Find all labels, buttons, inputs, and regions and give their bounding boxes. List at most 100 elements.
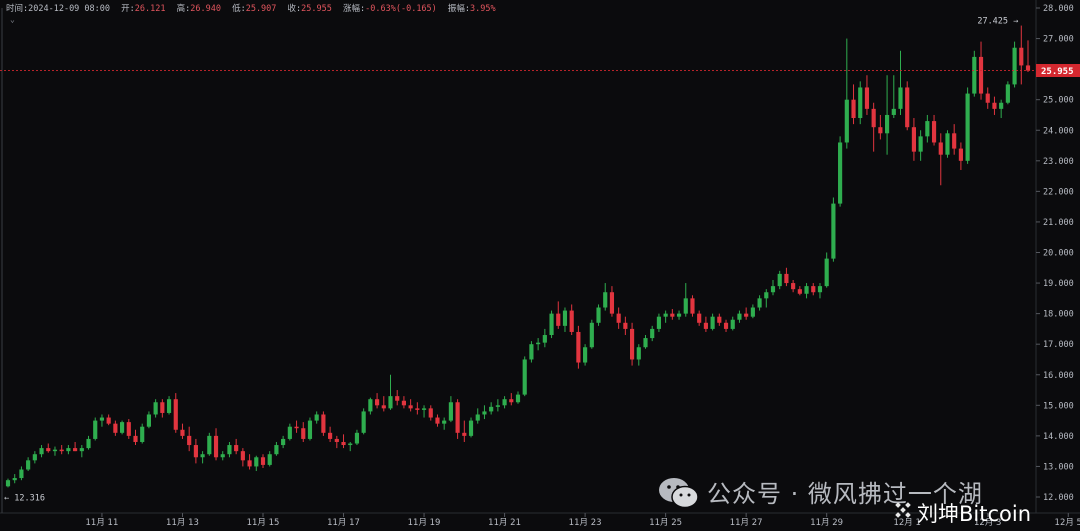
candle: [207, 432, 212, 456]
close-label: 收:: [287, 4, 302, 14]
candle-body: [931, 121, 937, 143]
max-price-label: 27.425 →: [977, 17, 1018, 27]
candle: [905, 81, 910, 131]
low-value: 25.907: [245, 4, 277, 14]
candle-body: [468, 420, 474, 436]
y-tick-label: 27.000: [1043, 35, 1074, 45]
candle-body: [576, 331, 581, 363]
candle: [629, 322, 635, 366]
candle-body: [938, 142, 943, 155]
candle-body: [643, 338, 648, 348]
candle: [307, 417, 313, 441]
candle-body: [690, 298, 695, 314]
candle-body: [596, 307, 601, 323]
candle-body: [730, 319, 735, 329]
candle-body: [140, 426, 145, 442]
candle-body: [381, 405, 386, 409]
x-tick-label: 11月 13: [166, 518, 199, 528]
binance-logo-icon: [895, 502, 911, 518]
candle-body: [301, 428, 306, 439]
candle-body: [39, 448, 44, 455]
candle-body: [482, 411, 487, 415]
candle: [529, 341, 534, 363]
candle-body: [636, 347, 641, 360]
candle-body: [824, 258, 829, 287]
candle-body: [770, 286, 776, 293]
candle-body: [891, 108, 896, 115]
candle-body: [408, 405, 413, 409]
y-tick-label: 23.000: [1043, 157, 1074, 167]
candle-body: [113, 423, 118, 433]
last-price-label: 25.955: [1041, 67, 1074, 77]
candle-body: [26, 460, 31, 470]
candle: [321, 411, 326, 436]
candle-body: [334, 438, 339, 442]
candle-body: [603, 292, 608, 308]
y-tick-label: 15.000: [1043, 401, 1074, 411]
time-label: 时间:: [6, 4, 29, 14]
y-tick-label: 13.000: [1043, 462, 1074, 472]
change-value: -0.63%(-0.165): [365, 4, 437, 14]
candle-body: [791, 283, 796, 290]
candle-body: [281, 438, 286, 446]
change-label: 涨幅:: [343, 4, 366, 14]
candle-body: [710, 316, 715, 329]
candle-body: [187, 435, 192, 446]
candle-body: [777, 273, 782, 287]
candle-body: [126, 422, 131, 436]
candle-body: [374, 399, 380, 406]
candle-body: [395, 396, 400, 401]
candle-body: [361, 411, 366, 433]
candle-body: [650, 328, 655, 339]
candle-body: [884, 114, 890, 134]
candle-body: [254, 457, 259, 467]
candle-body: [764, 292, 769, 299]
candle-body: [757, 298, 762, 308]
candle-body: [495, 405, 500, 407]
candle-body: [401, 400, 407, 406]
candle-body: [328, 432, 333, 439]
amplitude-label: 振幅:: [447, 4, 471, 14]
candle-body: [871, 108, 876, 128]
candle-body: [999, 102, 1004, 109]
candle-body: [314, 414, 319, 421]
candle: [1005, 81, 1010, 105]
candle-body: [723, 322, 729, 329]
candle-body: [321, 414, 326, 433]
candle-body: [616, 313, 621, 323]
candle-body: [629, 328, 635, 360]
candle-body: [99, 417, 105, 421]
candle-body: [220, 454, 225, 458]
candle-body: [804, 286, 809, 294]
candle-body: [670, 313, 675, 317]
x-tick-label: 11月 19: [408, 518, 441, 528]
candle-body: [153, 402, 158, 415]
candle-body: [952, 133, 957, 149]
candle-body: [348, 443, 353, 446]
candle-body: [522, 359, 527, 395]
min-price-label: ← 12.316: [4, 493, 45, 503]
candle-body: [697, 313, 702, 323]
candle-body: [1005, 84, 1010, 103]
candle: [93, 417, 98, 441]
candle-body: [851, 99, 856, 119]
y-tick-label: 19.000: [1043, 279, 1074, 289]
candle: [831, 197, 836, 262]
candle-body: [66, 448, 71, 452]
candle-body: [32, 454, 37, 461]
candle-body: [240, 451, 245, 461]
candle: [589, 319, 594, 349]
high-label: 高:: [176, 4, 191, 14]
collapse-chevron-icon[interactable]: ⌄: [10, 15, 15, 24]
candle-body: [415, 408, 420, 410]
candle-body: [234, 445, 239, 452]
candle-body: [428, 408, 433, 418]
candle-body: [119, 422, 125, 433]
candle-body: [200, 454, 205, 458]
candle-body: [180, 429, 185, 436]
candle-body: [905, 87, 910, 128]
candle-body: [93, 420, 98, 439]
candle-body: [502, 399, 507, 406]
candle-body: [1019, 47, 1024, 66]
high-value: 26.940: [190, 4, 221, 14]
